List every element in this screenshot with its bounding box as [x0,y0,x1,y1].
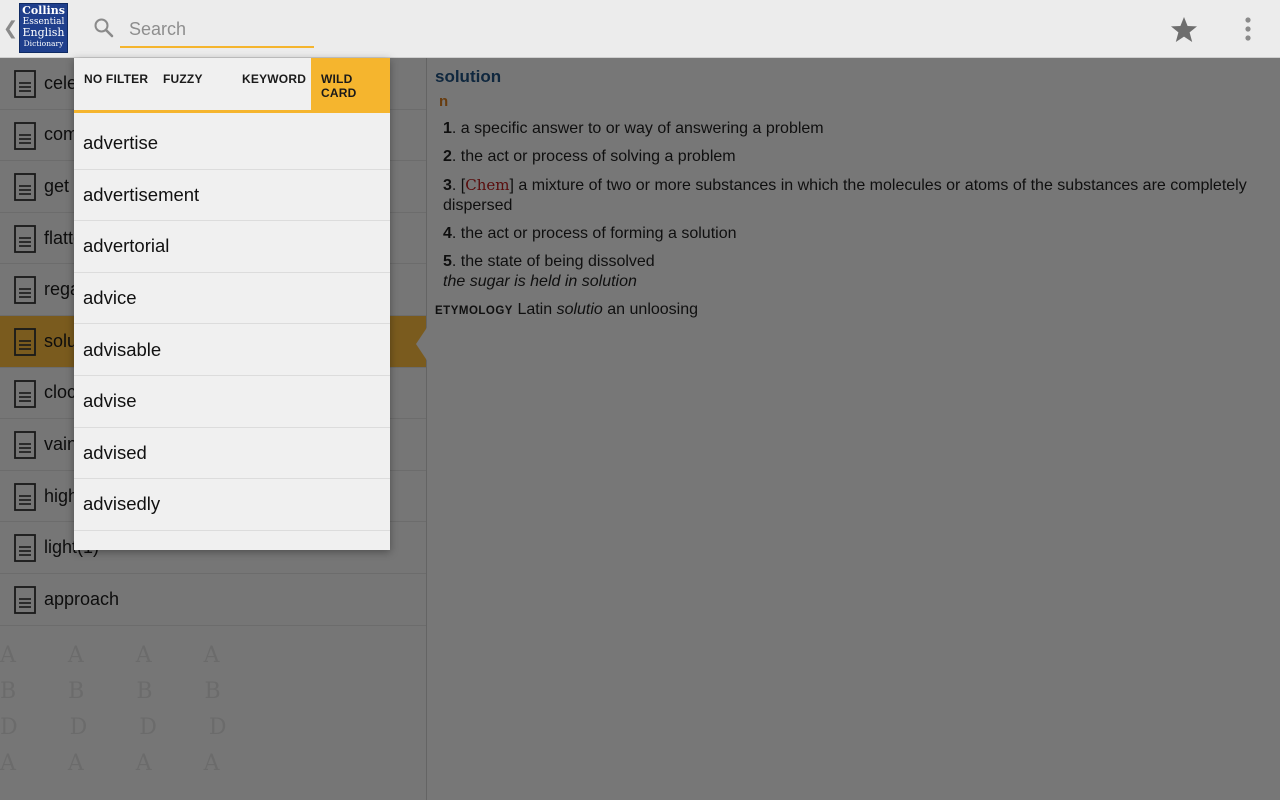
document-icon [14,121,36,150]
sense-number: 4 [443,225,452,242]
sense-text: . the act or process of solving a proble… [451,148,736,165]
etymology-text: Latin [517,301,557,318]
sense: 5. the state of being dissolved the suga… [443,252,1272,292]
back-chevron-icon[interactable]: ❮ [3,18,18,39]
sense-text: . the act or process of forming a soluti… [451,225,737,242]
background-watermark: AAAA BBBB DDDD AAAA [0,643,279,776]
document-icon [14,482,36,511]
headword: solution [435,67,502,86]
sense-text: ] a mixture of two or more substances in… [443,177,1247,214]
list-item-label: vain [44,433,78,454]
sense-number: 1 [443,120,452,137]
document-icon [14,379,36,408]
search-input[interactable] [120,12,314,48]
suggestion-item[interactable]: advise [74,376,390,428]
suggestion-item[interactable]: advertisement [74,170,390,222]
app-toolbar: ❮ Collins Essential English Dictionary [0,0,1280,58]
sense: 4. the act or process of forming a solut… [443,224,1272,244]
search-icon [94,18,114,38]
filter-tab-no-filter[interactable]: NO FILTER [74,58,153,110]
suggestion-item[interactable]: advertorial [74,221,390,273]
collins-logo[interactable]: Collins Essential English Dictionary [19,3,68,53]
document-icon [14,586,36,614]
etymology-text: an unloosing [602,301,699,318]
part-of-speech: n [439,93,449,110]
entry-pane: solution n 1. a specific answer to or wa… [427,58,1280,800]
suggestion-item[interactable]: advice [74,273,390,325]
logo-line: English [22,26,65,39]
overflow-menu-icon[interactable] [1236,15,1260,43]
document-icon [14,276,36,305]
document-icon [14,224,36,253]
list-item-label: approach [44,588,120,609]
etymology-tag: ETYMOLOGY [435,305,513,317]
document-icon [14,328,36,356]
suggestion-item[interactable]: advised [74,428,390,480]
document-icon [14,431,36,460]
document-icon [14,70,36,98]
selection-pointer [416,326,428,362]
filter-tab-keyword[interactable]: KEYWORD [232,58,311,110]
sense: 1. a specific answer to or way of answer… [443,119,1272,139]
sense-number: 2 [443,148,452,165]
suggestion-item[interactable]: advisable [74,324,390,376]
sense-text: . a specific answer to or way of answeri… [451,120,824,137]
sense-text: . [ [451,177,466,194]
etymology: ETYMOLOGY Latin solutio an unloosing [435,300,1272,321]
suggestion-list: advertise advertisement advertorial advi… [74,113,390,531]
list-item-label: high [44,485,79,506]
sense: 3. [Chem] a mixture of two or more subst… [443,175,1272,216]
sense-number: 3 [443,177,452,194]
etymology-source-word: solutio [556,301,603,318]
search-suggestions-popup: NO FILTER FUZZY KEYWORD WILD CARD advert… [74,58,390,550]
suggestion-item[interactable]: advertise [74,118,390,170]
logo-line: Collins [22,4,65,17]
list-item-label: get [44,175,70,196]
example-sentence: the sugar is held in solution [443,273,637,290]
suggestion-item[interactable]: advisedly [74,479,390,531]
list-item[interactable]: approach [0,574,427,626]
filter-tab-fuzzy[interactable]: FUZZY [153,58,232,110]
sense: 2. the act or process of solving a probl… [443,147,1272,167]
logo-line: Dictionary [23,39,64,48]
filter-tabs: NO FILTER FUZZY KEYWORD WILD CARD [74,58,390,113]
document-icon [14,173,36,202]
sense-text: . the state of being dissolved [451,253,655,270]
subject-label[interactable]: Chem [465,176,509,194]
document-icon [14,534,36,563]
star-icon[interactable] [1168,14,1200,46]
filter-tab-wild-card[interactable]: WILD CARD [311,58,390,110]
sense-number: 5 [443,253,452,270]
